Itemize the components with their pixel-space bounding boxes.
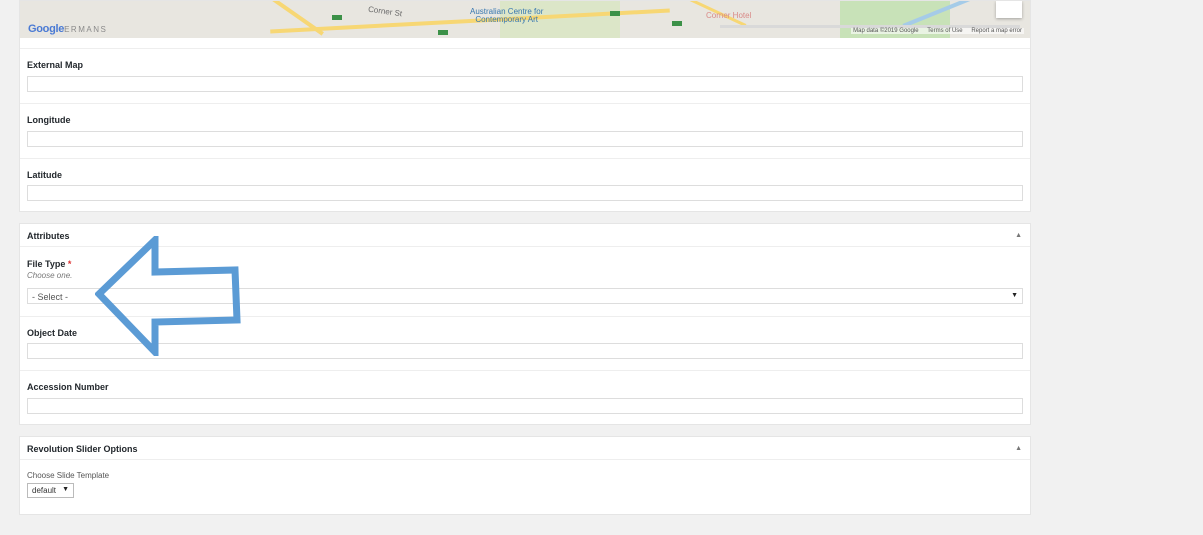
attributes-panel-title: Attributes bbox=[27, 231, 70, 241]
map-poi-label: Australian Centre for Contemporary Art bbox=[470, 8, 543, 24]
map-report-link[interactable]: Report a map error bbox=[971, 28, 1022, 34]
longitude-field: Longitude bbox=[20, 103, 1030, 158]
chevron-down-icon: ▼ bbox=[62, 486, 69, 493]
map-fullscreen-button[interactable] bbox=[996, 1, 1022, 18]
longitude-label: Longitude bbox=[27, 115, 71, 125]
collapse-toggle-icon[interactable]: ▲ bbox=[1015, 232, 1022, 239]
accession-number-field: Accession Number bbox=[20, 370, 1030, 425]
slider-panel-header[interactable]: Revolution Slider Options ▲ bbox=[20, 437, 1030, 460]
google-logo: GoogleERMANS bbox=[28, 23, 107, 35]
latitude-field: Latitude bbox=[20, 158, 1030, 212]
external-map-label: External Map bbox=[27, 60, 84, 70]
left-arrow-outline bbox=[95, 236, 241, 356]
map-highway-shield bbox=[610, 11, 620, 16]
file-type-hint: Choose one. bbox=[27, 271, 73, 280]
slide-template-label: Choose Slide Template bbox=[27, 471, 110, 480]
latitude-input[interactable] bbox=[27, 185, 1023, 201]
slide-template-selected-value: default bbox=[32, 486, 57, 495]
map-street-label: Corner St bbox=[367, 4, 403, 19]
slider-panel-title: Revolution Slider Options bbox=[27, 444, 138, 454]
map-highway-shield bbox=[672, 21, 682, 26]
revolution-slider-panel: Revolution Slider Options ▲ Choose Slide… bbox=[19, 436, 1031, 515]
file-type-selected-value: - Select - bbox=[32, 292, 69, 302]
map-hotel-label: Corner Hotel bbox=[706, 11, 752, 20]
collapse-toggle-icon[interactable]: ▲ bbox=[1015, 445, 1022, 452]
map-attribution: Map data ©2019 Google Terms of Use Repor… bbox=[851, 28, 1024, 34]
google-logo-text: Google bbox=[28, 23, 65, 35]
slide-template-select[interactable]: default ▼ bbox=[27, 483, 74, 498]
file-type-label-text: File Type bbox=[27, 259, 66, 269]
accession-number-input[interactable] bbox=[27, 398, 1023, 414]
map-suburb-label: ERMANS bbox=[64, 25, 108, 34]
object-date-label: Object Date bbox=[27, 328, 78, 338]
external-map-field: External Map bbox=[20, 48, 1030, 103]
annotation-arrow-icon bbox=[95, 236, 241, 356]
map-terms-link[interactable]: Terms of Use bbox=[927, 28, 962, 34]
map-highway-shield bbox=[438, 30, 448, 35]
longitude-input[interactable] bbox=[27, 131, 1023, 147]
chevron-down-icon: ▼ bbox=[1011, 292, 1018, 299]
map-highway-shield bbox=[332, 15, 342, 20]
map-data-credit: Map data ©2019 Google bbox=[853, 28, 919, 34]
accession-number-label: Accession Number bbox=[27, 382, 109, 392]
required-marker: * bbox=[67, 259, 72, 269]
map-poi-line2: Contemporary Art bbox=[475, 15, 539, 24]
location-panel: Corner St Australian Centre for Contempo… bbox=[19, 0, 1031, 212]
external-map-input[interactable] bbox=[27, 76, 1023, 92]
latitude-label: Latitude bbox=[27, 170, 62, 180]
file-type-label: File Type * bbox=[27, 259, 71, 269]
google-map[interactable]: Corner St Australian Centre for Contempo… bbox=[20, 1, 1030, 38]
